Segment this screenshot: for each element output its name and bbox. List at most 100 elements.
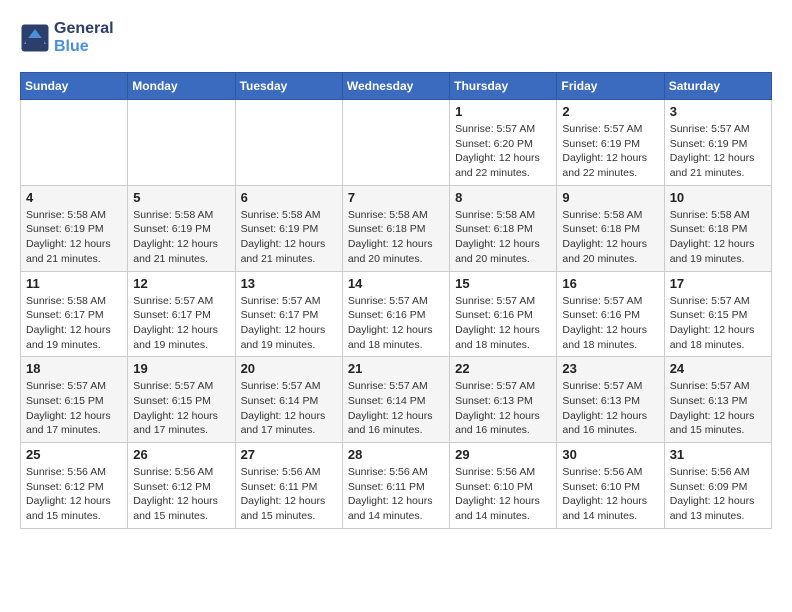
day-number: 19 [133,361,229,376]
calendar-cell: 29 Sunrise: 5:56 AM Sunset: 6:10 PM Dayli… [450,443,557,529]
day-info: Sunrise: 5:57 AM Sunset: 6:16 PM Dayligh… [348,294,444,353]
weekday-header-cell: Saturday [664,73,771,100]
calendar-cell: 20 Sunrise: 5:57 AM Sunset: 6:14 PM Dayli… [235,357,342,443]
calendar-week-row: 25 Sunrise: 5:56 AM Sunset: 6:12 PM Dayli… [21,443,772,529]
calendar-cell: 28 Sunrise: 5:56 AM Sunset: 6:11 PM Dayli… [342,443,449,529]
calendar-cell: 1Sunrise: 5:57 AM Sunset: 6:20 PM Daylig… [450,100,557,186]
day-number: 7 [348,190,444,205]
day-info: Sunrise: 5:56 AM Sunset: 6:12 PM Dayligh… [133,465,229,524]
day-number: 15 [455,276,551,291]
calendar-cell: 25 Sunrise: 5:56 AM Sunset: 6:12 PM Dayli… [21,443,128,529]
calendar-cell: 6 Sunrise: 5:58 AM Sunset: 6:19 PM Daylig… [235,185,342,271]
calendar-cell: 22 Sunrise: 5:57 AM Sunset: 6:13 PM Dayli… [450,357,557,443]
calendar-cell: 26 Sunrise: 5:56 AM Sunset: 6:12 PM Dayli… [128,443,235,529]
day-info: Sunrise: 5:56 AM Sunset: 6:10 PM Dayligh… [562,465,658,524]
calendar-cell: 10Sunrise: 5:58 AM Sunset: 6:18 PM Dayli… [664,185,771,271]
day-info: Sunrise: 5:57 AM Sunset: 6:17 PM Dayligh… [133,294,229,353]
day-info: Sunrise: 5:58 AM Sunset: 6:19 PM Dayligh… [241,208,337,267]
calendar-cell [235,100,342,186]
day-number: 13 [241,276,337,291]
calendar-cell: 23 Sunrise: 5:57 AM Sunset: 6:13 PM Dayli… [557,357,664,443]
day-number: 16 [562,276,658,291]
day-info: Sunrise: 5:57 AM Sunset: 6:13 PM Dayligh… [670,379,766,438]
day-info: Sunrise: 5:56 AM Sunset: 6:11 PM Dayligh… [348,465,444,524]
day-number: 21 [348,361,444,376]
day-info: Sunrise: 5:57 AM Sunset: 6:20 PM Dayligh… [455,122,551,181]
day-info: Sunrise: 5:58 AM Sunset: 6:19 PM Dayligh… [133,208,229,267]
calendar-cell [21,100,128,186]
weekday-header-cell: Tuesday [235,73,342,100]
day-info: Sunrise: 5:56 AM Sunset: 6:12 PM Dayligh… [26,465,122,524]
day-number: 27 [241,447,337,462]
day-number: 20 [241,361,337,376]
day-info: Sunrise: 5:57 AM Sunset: 6:14 PM Dayligh… [348,379,444,438]
day-info: Sunrise: 5:57 AM Sunset: 6:13 PM Dayligh… [562,379,658,438]
calendar-cell [128,100,235,186]
calendar-cell: 4Sunrise: 5:58 AM Sunset: 6:19 PM Daylig… [21,185,128,271]
day-number: 29 [455,447,551,462]
day-info: Sunrise: 5:57 AM Sunset: 6:15 PM Dayligh… [670,294,766,353]
calendar-cell: 21 Sunrise: 5:57 AM Sunset: 6:14 PM Dayli… [342,357,449,443]
day-info: Sunrise: 5:58 AM Sunset: 6:19 PM Dayligh… [26,208,122,267]
day-number: 11 [26,276,122,291]
day-number: 23 [562,361,658,376]
calendar-week-row: 18 Sunrise: 5:57 AM Sunset: 6:15 PM Dayli… [21,357,772,443]
logo: General Blue [20,20,114,56]
calendar-cell: 18 Sunrise: 5:57 AM Sunset: 6:15 PM Dayli… [21,357,128,443]
day-info: Sunrise: 5:56 AM Sunset: 6:09 PM Dayligh… [670,465,766,524]
calendar-cell [342,100,449,186]
day-info: Sunrise: 5:57 AM Sunset: 6:15 PM Dayligh… [26,379,122,438]
calendar-cell: 16 Sunrise: 5:57 AM Sunset: 6:16 PM Dayli… [557,271,664,357]
day-number: 22 [455,361,551,376]
day-number: 9 [562,190,658,205]
calendar-cell: 15 Sunrise: 5:57 AM Sunset: 6:16 PM Dayli… [450,271,557,357]
day-number: 18 [26,361,122,376]
day-info: Sunrise: 5:57 AM Sunset: 6:16 PM Dayligh… [562,294,658,353]
day-number: 10 [670,190,766,205]
calendar-cell: 2 Sunrise: 5:57 AM Sunset: 6:19 PM Daylig… [557,100,664,186]
calendar-body: 1Sunrise: 5:57 AM Sunset: 6:20 PM Daylig… [21,100,772,529]
logo-text: General Blue [54,20,114,56]
calendar-cell: 30Sunrise: 5:56 AM Sunset: 6:10 PM Dayli… [557,443,664,529]
calendar-cell: 11Sunrise: 5:58 AM Sunset: 6:17 PM Dayli… [21,271,128,357]
day-number: 25 [26,447,122,462]
day-info: Sunrise: 5:57 AM Sunset: 6:16 PM Dayligh… [455,294,551,353]
day-number: 17 [670,276,766,291]
weekday-header-row: SundayMondayTuesdayWednesdayThursdayFrid… [21,73,772,100]
day-info: Sunrise: 5:57 AM Sunset: 6:19 PM Dayligh… [670,122,766,181]
day-number: 28 [348,447,444,462]
day-number: 6 [241,190,337,205]
calendar-cell: 24 Sunrise: 5:57 AM Sunset: 6:13 PM Dayli… [664,357,771,443]
calendar-cell: 5 Sunrise: 5:58 AM Sunset: 6:19 PM Daylig… [128,185,235,271]
day-info: Sunrise: 5:57 AM Sunset: 6:17 PM Dayligh… [241,294,337,353]
calendar-cell: 17 Sunrise: 5:57 AM Sunset: 6:15 PM Dayli… [664,271,771,357]
calendar-week-row: 4Sunrise: 5:58 AM Sunset: 6:19 PM Daylig… [21,185,772,271]
calendar-cell: 13 Sunrise: 5:57 AM Sunset: 6:17 PM Dayli… [235,271,342,357]
day-info: Sunrise: 5:56 AM Sunset: 6:10 PM Dayligh… [455,465,551,524]
day-info: Sunrise: 5:57 AM Sunset: 6:15 PM Dayligh… [133,379,229,438]
day-number: 26 [133,447,229,462]
day-info: Sunrise: 5:57 AM Sunset: 6:13 PM Dayligh… [455,379,551,438]
calendar-cell: 8Sunrise: 5:58 AM Sunset: 6:18 PM Daylig… [450,185,557,271]
calendar-week-row: 1Sunrise: 5:57 AM Sunset: 6:20 PM Daylig… [21,100,772,186]
day-number: 14 [348,276,444,291]
day-number: 5 [133,190,229,205]
calendar-cell: 9Sunrise: 5:58 AM Sunset: 6:18 PM Daylig… [557,185,664,271]
day-info: Sunrise: 5:58 AM Sunset: 6:18 PM Dayligh… [455,208,551,267]
weekday-header-cell: Thursday [450,73,557,100]
calendar-cell: 27 Sunrise: 5:56 AM Sunset: 6:11 PM Dayli… [235,443,342,529]
day-info: Sunrise: 5:56 AM Sunset: 6:11 PM Dayligh… [241,465,337,524]
day-info: Sunrise: 5:58 AM Sunset: 6:18 PM Dayligh… [348,208,444,267]
day-info: Sunrise: 5:57 AM Sunset: 6:14 PM Dayligh… [241,379,337,438]
calendar-table: SundayMondayTuesdayWednesdayThursdayFrid… [20,72,772,529]
day-number: 3 [670,104,766,119]
calendar-cell: 19 Sunrise: 5:57 AM Sunset: 6:15 PM Dayli… [128,357,235,443]
day-info: Sunrise: 5:57 AM Sunset: 6:19 PM Dayligh… [562,122,658,181]
day-number: 2 [562,104,658,119]
calendar-cell: 12Sunrise: 5:57 AM Sunset: 6:17 PM Dayli… [128,271,235,357]
day-number: 24 [670,361,766,376]
weekday-header-cell: Wednesday [342,73,449,100]
page-header: General Blue [20,20,772,56]
calendar-cell: 14 Sunrise: 5:57 AM Sunset: 6:16 PM Dayli… [342,271,449,357]
calendar-cell: 7 Sunrise: 5:58 AM Sunset: 6:18 PM Daylig… [342,185,449,271]
